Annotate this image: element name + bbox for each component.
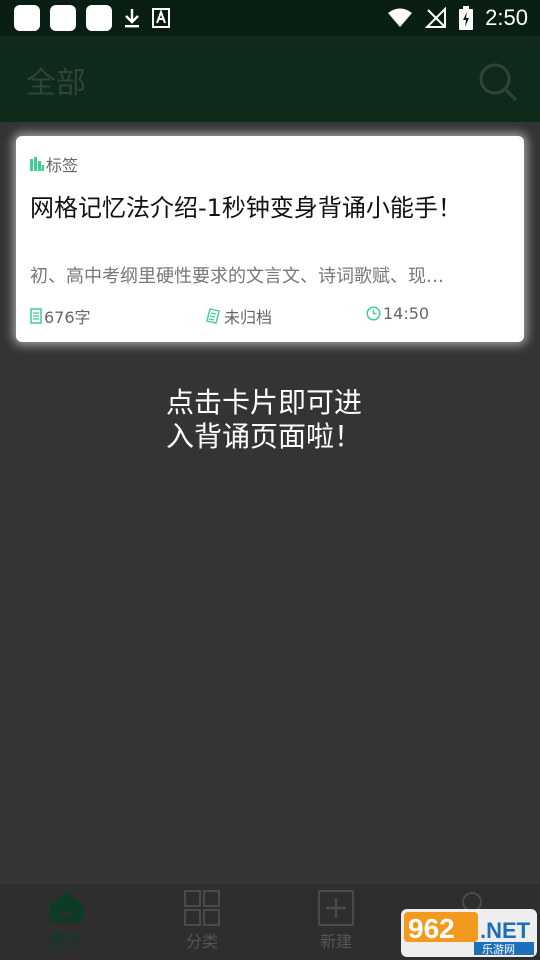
- note-meta: 676字 未归档 14:50: [30, 304, 510, 328]
- tag-row[interactable]: 标签: [30, 152, 78, 176]
- hint-line: 点击卡片即可进: [166, 386, 363, 419]
- word-count: 676字: [30, 304, 91, 328]
- archive-status: 未归档: [206, 304, 272, 328]
- note-time: 14:50: [366, 304, 429, 323]
- document-icon: [30, 308, 42, 324]
- download-icon: [125, 9, 139, 28]
- signal-off-icon: [425, 7, 447, 28]
- nav-new[interactable]: 新建: [286, 890, 386, 956]
- battery-charging-icon: [459, 6, 474, 30]
- app-bar: 全部: [0, 36, 540, 122]
- note-time-text: 14:50: [383, 304, 430, 323]
- svg-text:.NET: .NET: [480, 918, 531, 943]
- note-snippet: 初、高中考纲里硬性要求的文言文、诗词歌赋、现…: [30, 266, 444, 287]
- notification-icons: [14, 5, 170, 31]
- nav-home-label: 首页: [49, 930, 82, 949]
- app-notification-icon: [50, 5, 76, 31]
- nav-home[interactable]: 首页: [16, 890, 116, 956]
- svg-text:乐游网: 乐游网: [482, 943, 515, 956]
- search-icon[interactable]: [476, 60, 520, 104]
- note-title: 网格记忆法介绍-1秒钟变身背诵小能手！: [30, 194, 462, 222]
- archive-status-text: 未归档: [224, 308, 273, 327]
- app-notification-icon: [86, 5, 112, 31]
- system-status: 2:50: [387, 5, 528, 31]
- word-count-text: 676字: [44, 308, 91, 327]
- clock-icon: [366, 306, 381, 321]
- app-notification-icon: [14, 5, 40, 31]
- note-card[interactable]: 标签 网格记忆法介绍-1秒钟变身背诵小能手！ 初、高中考纲里硬性要求的文言文、诗…: [16, 136, 524, 342]
- tutorial-hint: 点击卡片即可进 入背诵页面啦！: [166, 386, 406, 454]
- hint-line: 入背诵页面啦！: [166, 420, 363, 453]
- home-icon: [49, 892, 83, 922]
- wifi-icon: [388, 8, 413, 27]
- font-a-icon: [152, 8, 170, 28]
- watermark-logo: 962 .NET 乐游网: [400, 908, 538, 958]
- nav-new-label: 新建: [319, 932, 352, 951]
- status-bar: 2:50: [0, 0, 540, 36]
- add-icon: [318, 890, 354, 926]
- tag-icon: [30, 157, 44, 171]
- archive-icon: [206, 308, 220, 324]
- clock: 2:50: [485, 5, 528, 30]
- svg-text:962: 962: [408, 913, 455, 944]
- tag-label: 标签: [46, 156, 79, 175]
- grid-icon: [184, 890, 220, 926]
- page-title: 全部: [26, 66, 86, 101]
- nav-category[interactable]: 分类: [152, 890, 252, 956]
- nav-category-label: 分类: [185, 932, 218, 951]
- watermark-graphic: 962 .NET 乐游网: [401, 909, 537, 957]
